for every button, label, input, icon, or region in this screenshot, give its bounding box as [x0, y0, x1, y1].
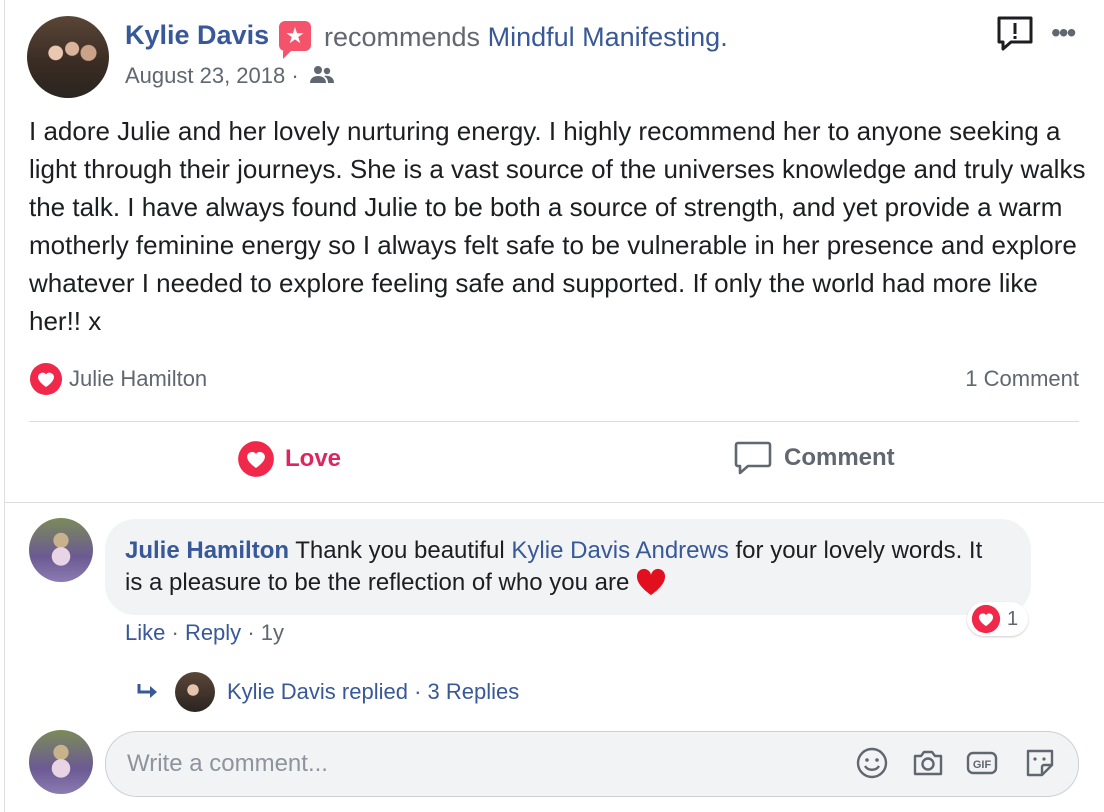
recommends-line: recommends Mindful Manifesting. — [324, 22, 728, 53]
love-icon — [29, 362, 63, 396]
reaction-names[interactable]: Julie Hamilton — [69, 366, 207, 392]
separator: · — [247, 620, 255, 645]
current-user-avatar — [29, 730, 93, 794]
comment-label: Comment — [784, 444, 895, 471]
reaction-summary[interactable]: Julie Hamilton — [29, 362, 207, 396]
recommendation-star-icon: ★ — [279, 21, 311, 59]
comment-button[interactable]: Comment — [734, 440, 895, 476]
friends-icon — [309, 66, 334, 83]
replier-avatar — [175, 672, 215, 712]
sticker-icon[interactable] — [1023, 746, 1057, 780]
author-name[interactable]: Kylie Davis — [125, 20, 269, 51]
separator: · — [171, 620, 179, 645]
comment-author[interactable]: Julie Hamilton — [125, 537, 289, 564]
comment-count[interactable]: 1 Comment — [965, 366, 1079, 392]
post-date[interactable]: August 23, 2018 · — [125, 63, 335, 89]
post-body: I adore Julie and her lovely nurturing e… — [29, 116, 1086, 336]
replies-count[interactable]: · 3 Replies — [414, 679, 519, 705]
more-icon[interactable]: ••• — [1051, 19, 1076, 47]
svg-text:GIF: GIF — [973, 759, 992, 771]
reply-link[interactable]: Reply — [185, 620, 241, 645]
gif-icon[interactable]: GIF — [965, 746, 999, 780]
comment-actions: Like · Reply · 1y — [125, 620, 284, 646]
divider — [29, 421, 1079, 422]
comment-reaction-count: 1 — [1007, 607, 1019, 630]
replies-row[interactable]: Kylie Davis replied · 3 Replies — [135, 672, 519, 712]
love-icon — [971, 604, 1001, 634]
recommends-text: recommends — [324, 22, 481, 52]
comment-reaction-pill[interactable]: 1 — [967, 602, 1029, 636]
comment-mention[interactable]: Kylie Davis Andrews — [511, 537, 728, 564]
comment-input-placeholder[interactable]: Write a comment... — [127, 750, 328, 778]
emoji-icon[interactable] — [855, 746, 889, 780]
camera-icon[interactable] — [911, 746, 945, 780]
page-link[interactable]: Mindful Manifesting. — [488, 22, 728, 52]
date-text[interactable]: August 23, 2018 · — [125, 63, 299, 88]
comment-text-before: Thank you beautiful — [295, 537, 505, 564]
commenter-avatar[interactable] — [29, 518, 93, 582]
reply-arrow-icon — [137, 684, 157, 698]
love-icon — [238, 441, 274, 477]
report-icon[interactable] — [995, 14, 1035, 54]
comment-time[interactable]: 1y — [261, 620, 284, 645]
comment-text: Julie Hamilton Thank you beautiful Kylie… — [125, 535, 1005, 599]
replies-label[interactable]: Kylie Davis replied — [227, 679, 408, 705]
love-button[interactable]: Love — [237, 440, 341, 478]
comment-icon — [734, 441, 772, 475]
heart-emoji-icon — [636, 568, 666, 595]
like-link[interactable]: Like — [125, 620, 165, 645]
author-avatar[interactable] — [27, 16, 109, 98]
post-card: Kylie Davis ★ recommends Mindful Manifes… — [4, 0, 1104, 812]
love-label: Love — [285, 445, 342, 472]
